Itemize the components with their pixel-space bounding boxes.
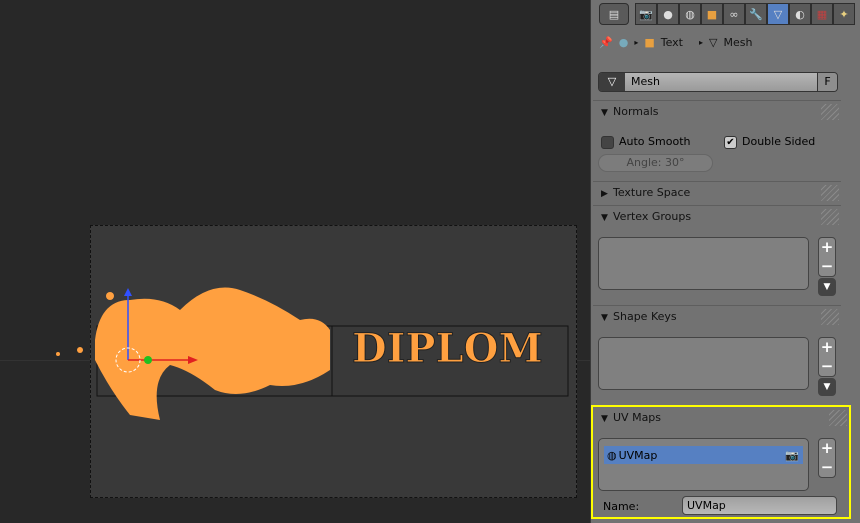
modifiers-tab[interactable]: 🔧 <box>745 3 767 25</box>
text-object-mesh[interactable]: DIPLOM <box>0 0 590 523</box>
remove-uv-map-button[interactable]: − <box>821 458 834 477</box>
mesh-browse-button[interactable]: ▽ <box>599 73 625 91</box>
scene-objects-icon: ● <box>618 36 629 49</box>
breadcrumb: 📌 ● ▸ ■ Text ▸ ▽ Mesh <box>599 36 753 49</box>
uv-maps-header[interactable]: ▼ UV Maps <box>593 407 849 429</box>
shape-keys-list[interactable] <box>598 337 809 390</box>
editor-type-menu[interactable]: ▤ <box>599 3 629 25</box>
text-object-label: DIPLOM <box>352 325 543 372</box>
vertex-group-menu-button[interactable]: ▼ <box>818 278 836 296</box>
world-tab[interactable]: ◍ <box>679 3 701 25</box>
uv-map-item[interactable]: ◍ UVMap 📷 <box>604 446 803 464</box>
uv-map-item-name: UVMap <box>618 448 658 462</box>
object-icon: ■ <box>644 36 655 49</box>
texture-space-header[interactable]: ▶ Texture Space <box>593 182 841 204</box>
normals-header[interactable]: ▼ Normals <box>593 101 841 123</box>
remove-shape-key-button[interactable]: − <box>821 357 834 376</box>
double-sided-checkbox[interactable]: ✔ Double Sided <box>724 135 815 149</box>
vertex-group-buttons: + − <box>818 237 836 277</box>
data-tab[interactable]: ▽ <box>767 3 789 25</box>
texture-space-panel: ▶ Texture Space <box>593 181 841 205</box>
uv-maps-panel: ▼ UV Maps ◍ UVMap 📷 + − Name: UVMap <box>591 405 851 519</box>
add-vertex-group-button[interactable]: + <box>821 238 834 257</box>
shape-key-menu-button[interactable]: ▼ <box>818 378 836 396</box>
scene-tab[interactable]: ● <box>657 3 679 25</box>
auto-smooth-checkbox[interactable]: Auto Smooth <box>601 135 690 149</box>
vertex-groups-panel: ▼ Vertex Groups + − ▼ <box>593 205 841 305</box>
active-render-camera-icon[interactable]: 📷 <box>785 449 799 462</box>
uv-map-icon: ◍ <box>607 448 617 462</box>
texture-tab[interactable]: ▦ <box>811 3 833 25</box>
mesh-icon: ▽ <box>709 36 718 49</box>
remove-vertex-group-button[interactable]: − <box>821 257 834 276</box>
fake-user-button[interactable]: F <box>817 73 837 91</box>
object-tab[interactable]: ■ <box>701 3 723 25</box>
shape-keys-header[interactable]: ▼ Shape Keys <box>593 306 841 328</box>
properties-tabs: ▤ 📷 ● ◍ ■ ∞ 🔧 ▽ ◐ ▦ ✦ <box>599 3 855 25</box>
uv-map-name-label: Name: <box>603 500 640 513</box>
shape-keys-panel: ▼ Shape Keys + − ▼ <box>593 305 841 401</box>
vertex-groups-list[interactable] <box>598 237 809 290</box>
normals-panel: ▼ Normals Auto Smooth ✔ Double Sided Angle… <box>593 100 841 180</box>
render-tab[interactable]: 📷 <box>635 3 657 25</box>
material-tab[interactable]: ◐ <box>789 3 811 25</box>
uv-map-buttons: + − <box>818 438 836 478</box>
pin-icon[interactable]: 📌 <box>599 36 613 49</box>
breadcrumb-mesh: Mesh <box>723 36 753 49</box>
angle-slider[interactable]: Angle: 30° <box>598 154 713 172</box>
constraints-tab[interactable]: ∞ <box>723 3 745 25</box>
add-uv-map-button[interactable]: + <box>821 439 834 458</box>
mesh-datablock-selector: ▽ Mesh F <box>598 72 838 92</box>
uv-map-name-field[interactable]: UVMap <box>682 496 837 515</box>
mesh-name-field[interactable]: Mesh <box>625 73 817 91</box>
3d-viewport[interactable]: DIPLOM <box>0 0 590 523</box>
properties-editor: ▤ 📷 ● ◍ ■ ∞ 🔧 ▽ ◐ ▦ ✦ 📌 ● ▸ ■ Text ▸ ▽ M… <box>590 0 860 523</box>
particles-tab[interactable]: ✦ <box>833 3 855 25</box>
vertex-groups-header[interactable]: ▼ Vertex Groups <box>593 206 841 228</box>
uv-maps-list: ◍ UVMap 📷 <box>598 438 809 491</box>
shape-key-buttons: + − <box>818 337 836 377</box>
breadcrumb-object: Text <box>660 36 683 49</box>
add-shape-key-button[interactable]: + <box>821 338 834 357</box>
